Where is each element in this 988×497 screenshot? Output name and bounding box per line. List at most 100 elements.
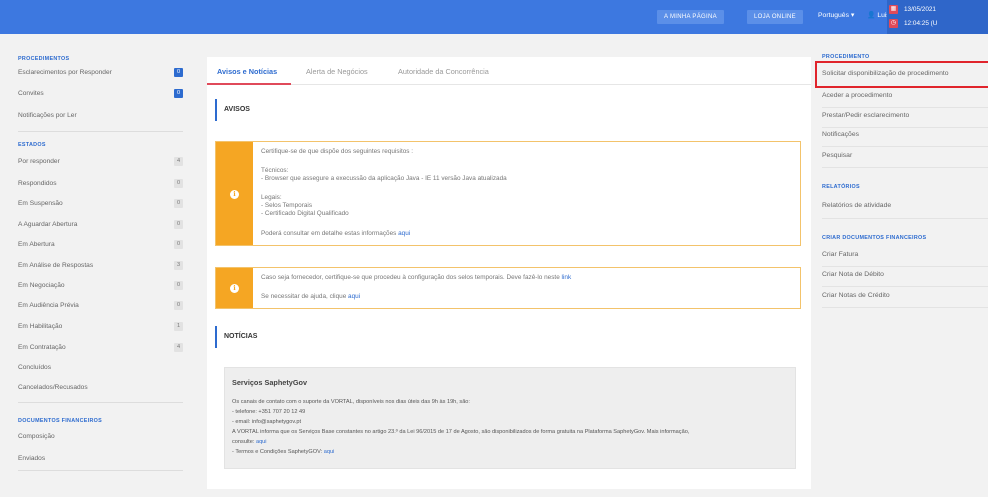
alert-text: Legais:	[261, 194, 282, 201]
sidebar-item-label: Cancelados/Recusados	[18, 384, 88, 391]
alert-text: Caso seja fornecedor, certifique-se que …	[261, 274, 560, 281]
sidebar-item-respondidos[interactable]: Respondidos 0	[18, 178, 183, 191]
news-item: Serviços SaphetyGov Os canais de contato…	[224, 367, 796, 469]
count-badge: 4	[174, 343, 183, 352]
tab-autoridade-concorrencia[interactable]: Autoridade da Concorrência	[398, 67, 489, 76]
datetime-panel: ▦ 13/05/2021 ◷ 12:04:25 (U	[887, 0, 988, 34]
alert-icon-column: i	[216, 268, 253, 308]
sidebar-item-em-contratacao[interactable]: Em Contratação 4	[18, 342, 183, 355]
info-link[interactable]: aqui	[256, 439, 267, 445]
criar-notas-credito-link[interactable]: Criar Notas de Crédito	[822, 292, 988, 299]
alert-text: Certifique-se de que dispõe dos seguinte…	[261, 148, 414, 155]
calendar-icon: ▦	[889, 5, 898, 14]
sidebar-item-em-negociacao[interactable]: Em Negociação 0	[18, 280, 183, 293]
sidebar-item-enviados[interactable]: Enviados	[18, 453, 183, 466]
divider	[18, 402, 183, 403]
terms-link[interactable]: aqui	[324, 449, 335, 455]
sidebar-item-concluidos[interactable]: Concluídos	[18, 362, 183, 375]
news-title: Serviços SaphetyGov	[232, 378, 308, 387]
news-line: - email: info@saphetygov.pt	[232, 419, 302, 425]
sidebar-item-label: Respondidos	[18, 180, 57, 187]
pesquisar-link[interactable]: Pesquisar	[822, 152, 988, 159]
sidebar-item-label: Em Abertura	[18, 241, 55, 248]
sidebar-item-label: Concluídos	[18, 364, 51, 371]
procedimentos-heading: PROCEDIMENTOS	[18, 56, 70, 62]
tab-avisos-noticias[interactable]: Avisos e Notícias	[217, 67, 277, 76]
count-badge: 0	[174, 179, 183, 188]
sidebar-item-label: Em Habilitação	[18, 323, 63, 330]
news-line: - Termos e Condições SaphetyGOV:	[232, 449, 323, 455]
alert-text: Poderá consultar em detalhe estas inform…	[261, 230, 410, 237]
criar-fatura-link[interactable]: Criar Fatura	[822, 251, 988, 258]
avisos-title: AVISOS	[224, 106, 250, 113]
count-badge: 0	[174, 301, 183, 310]
criar-nota-debito-link[interactable]: Criar Nota de Débito	[822, 271, 988, 278]
loja-online-button[interactable]: LOJA ONLINE	[747, 10, 803, 24]
relatorios-heading: RELATÓRIOS	[822, 184, 860, 190]
sidebar-item-label: Em Suspensão	[18, 200, 63, 207]
sidebar-item-esclarecimentos[interactable]: Esclarecimentos por Responder 0	[18, 67, 183, 80]
divider	[18, 470, 183, 471]
alert-text: - Browser que assegure a execussão da ap…	[261, 175, 507, 182]
sidebar-item-analise-respostas[interactable]: Em Análise de Respostas 3	[18, 260, 183, 273]
news-line: consulte:	[232, 439, 255, 445]
time-text: 12:04:25 (U	[904, 20, 938, 27]
sidebar-item-composicao[interactable]: Composição	[18, 431, 183, 444]
left-sidebar: PROCEDIMENTOS Esclarecimentos por Respon…	[0, 34, 198, 497]
count-badge: 4	[174, 157, 183, 166]
top-bar: A MINHA PÁGINA LOJA ONLINE Português ▾ 👤…	[0, 0, 988, 34]
main-content: Avisos e Notícias Alerta de Negócios Aut…	[207, 57, 811, 489]
divider	[822, 107, 988, 108]
sidebar-item-audiencia-previa[interactable]: Em Audiência Prévia 0	[18, 300, 183, 313]
alert-icon-column: i	[216, 142, 253, 245]
count-badge: 0	[174, 89, 183, 98]
sidebar-item-em-suspensao[interactable]: Em Suspensão 0	[18, 198, 183, 211]
section-accent	[215, 326, 217, 348]
requirements-alert: i Certifique-se de que dispõe dos seguin…	[215, 141, 801, 246]
news-line: Os canais de contato com o suporte da VO…	[232, 399, 470, 405]
language-dropdown[interactable]: Português ▾	[818, 11, 854, 19]
alert-text: - Selos Temporais	[261, 202, 313, 209]
divider	[822, 218, 988, 219]
count-badge: 0	[174, 281, 183, 290]
sidebar-item-label: Por responder	[18, 158, 60, 165]
sidebar-item-label: A Aguardar Abertura	[18, 221, 78, 228]
estados-heading: ESTADOS	[18, 142, 46, 148]
active-tab-indicator	[207, 83, 291, 85]
docs-heading: DOCUMENTOS FINANCEIROS	[18, 418, 103, 424]
divider	[822, 266, 988, 267]
relatorios-atividade-link[interactable]: Relatórios de atividade	[822, 202, 988, 209]
info-icon: i	[230, 284, 239, 293]
help-link[interactable]: aqui	[348, 293, 360, 300]
minha-pagina-button[interactable]: A MINHA PÁGINA	[657, 10, 724, 24]
highlight-box	[815, 61, 988, 88]
sidebar-item-aguardar-abertura[interactable]: A Aguardar Abertura 0	[18, 219, 183, 232]
divider	[822, 286, 988, 287]
sidebar-item-por-responder[interactable]: Por responder 4	[18, 156, 183, 169]
aceder-procedimento-link[interactable]: Aceder a procedimento	[822, 92, 988, 99]
sidebar-item-label: Composição	[18, 433, 55, 440]
sidebar-item-cancelados[interactable]: Cancelados/Recusados	[18, 382, 183, 395]
alert-text: Técnicos:	[261, 167, 289, 174]
tab-alerta-negocios[interactable]: Alerta de Negócios	[306, 67, 368, 76]
sidebar-item-em-abertura[interactable]: Em Abertura 0	[18, 239, 183, 252]
sidebar-item-label: Em Negociação	[18, 282, 65, 289]
details-link[interactable]: aqui	[398, 230, 410, 237]
news-line: - telefone: +351 707 20 12 49	[232, 409, 306, 415]
sidebar-item-label: Notificações por Ler	[18, 112, 77, 119]
divider	[18, 131, 183, 132]
sidebar-item-convites[interactable]: Convites 0	[18, 88, 183, 101]
alert-text: Se necessitar de ajuda, clique aqui	[261, 293, 360, 300]
sidebar-item-notificacoes[interactable]: Notificações por Ler	[18, 110, 183, 123]
esclarecimento-link[interactable]: Prestar/Pedir esclarecimento	[822, 112, 988, 119]
financeiros-heading: CRIAR DOCUMENTOS FINANCEIROS	[822, 235, 927, 241]
news-line: - Termos e Condições SaphetyGOV: aqui	[232, 449, 334, 455]
clock-icon: ◷	[889, 19, 898, 28]
procedimento-heading: PROCEDIMENTO	[822, 54, 870, 60]
sidebar-item-em-habilitacao[interactable]: Em Habilitação 1	[18, 321, 183, 334]
selos-alert: i Caso seja fornecedor, certifique-se qu…	[215, 267, 801, 309]
tab-bar: Avisos e Notícias Alerta de Negócios Aut…	[207, 57, 811, 85]
selos-config-link[interactable]: link	[562, 274, 572, 281]
avisos-section-title: AVISOS	[215, 99, 805, 121]
notificacoes-link[interactable]: Notificações	[822, 131, 988, 138]
